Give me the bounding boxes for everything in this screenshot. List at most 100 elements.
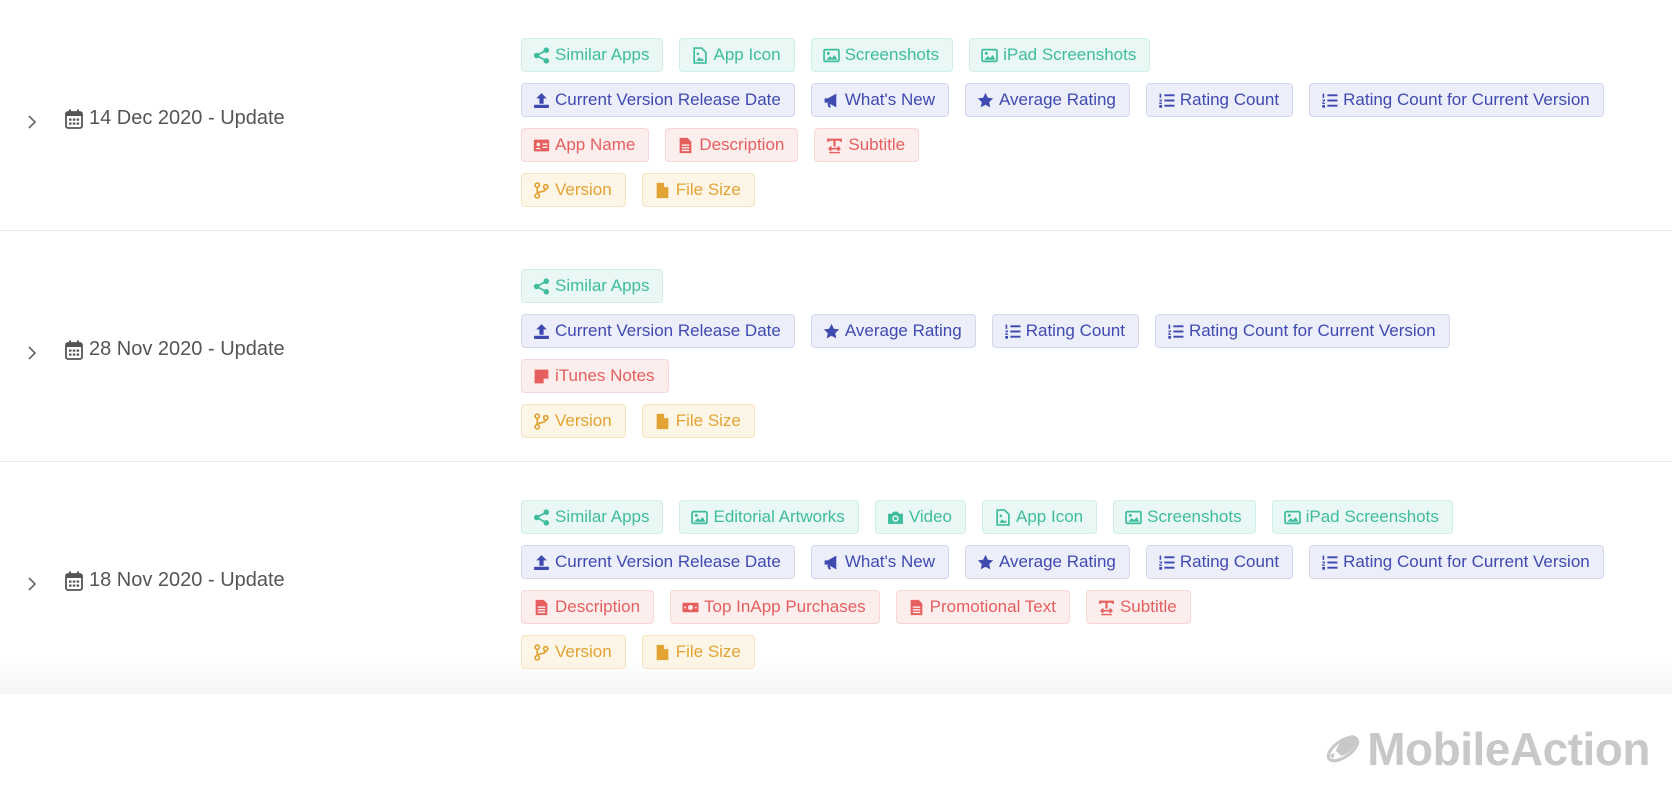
tag-current-version-release-date[interactable]: Current Version Release Date bbox=[521, 83, 795, 117]
tag-label: Similar Apps bbox=[555, 45, 650, 64]
rocket-logo-icon bbox=[1327, 735, 1360, 763]
tag-app-icon[interactable]: App Icon bbox=[982, 500, 1098, 534]
list-bottom-fade bbox=[0, 660, 1672, 694]
update-row: 14 Dec 2020 - Update Similar Apps App Ic… bbox=[0, 0, 1672, 231]
tag-version[interactable]: Version bbox=[521, 404, 626, 438]
tag-average-rating[interactable]: Average Rating bbox=[965, 83, 1130, 117]
tag-label: Average Rating bbox=[999, 90, 1116, 109]
tag-label: App Icon bbox=[1016, 507, 1084, 526]
chevron-right-icon[interactable] bbox=[20, 572, 44, 596]
share-icon bbox=[533, 277, 550, 295]
tag-label: App Name bbox=[555, 135, 636, 154]
star-icon bbox=[977, 92, 994, 107]
tag-subtitle[interactable]: Subtitle bbox=[1085, 590, 1191, 624]
update-row: 18 Nov 2020 - Update Similar Apps Editor… bbox=[0, 462, 1672, 693]
tag-label: Average Rating bbox=[844, 321, 962, 340]
tag-group-teal: Similar Apps Editorial Artworks Video Ap… bbox=[521, 500, 1661, 536]
id-card-icon bbox=[533, 139, 550, 151]
text-height-icon bbox=[827, 138, 843, 153]
sticky-note-icon bbox=[534, 369, 549, 383]
tag-ipad-screenshots[interactable]: iPad Screenshots bbox=[1271, 500, 1453, 534]
tag-group-amber: Version File Size bbox=[521, 404, 1661, 440]
tag-label: Promotional Text bbox=[929, 597, 1056, 616]
tag-rating-count[interactable]: Rating Count bbox=[1145, 83, 1294, 117]
tag-app-name[interactable]: App Name bbox=[521, 128, 650, 162]
tag-rating-count-current-version[interactable]: Rating Count for Current Version bbox=[1309, 545, 1604, 579]
file-image-icon bbox=[996, 508, 1010, 526]
megaphone-icon bbox=[824, 555, 837, 569]
image-icon bbox=[1125, 510, 1142, 524]
tag-description[interactable]: Description bbox=[521, 590, 655, 624]
tag-label: Rating Count bbox=[1179, 552, 1280, 571]
tag-version[interactable]: Version bbox=[521, 173, 626, 207]
tag-similar-apps[interactable]: Similar Apps bbox=[521, 38, 664, 72]
tag-app-icon[interactable]: App Icon bbox=[679, 38, 795, 72]
tag-similar-apps[interactable]: Similar Apps bbox=[521, 269, 664, 303]
tag-group-blue: Current Version Release Date What's New … bbox=[521, 83, 1661, 119]
tag-average-rating[interactable]: Average Rating bbox=[965, 545, 1130, 579]
calendar-icon bbox=[65, 571, 83, 591]
tag-rating-count[interactable]: Rating Count bbox=[1145, 545, 1294, 579]
tag-current-version-release-date[interactable]: Current Version Release Date bbox=[521, 314, 795, 348]
file-text-icon bbox=[535, 599, 548, 615]
tag-rating-count-current-version[interactable]: Rating Count for Current Version bbox=[1309, 83, 1604, 117]
tag-file-size[interactable]: File Size bbox=[641, 173, 755, 207]
code-branch-icon bbox=[534, 412, 549, 430]
tag-screenshots[interactable]: Screenshots bbox=[810, 38, 954, 72]
tag-rating-count[interactable]: Rating Count bbox=[991, 314, 1139, 348]
tag-group-teal: Similar Apps bbox=[521, 269, 1661, 305]
file-image-icon bbox=[693, 46, 708, 64]
chevron-right-icon[interactable] bbox=[20, 110, 44, 134]
tag-label: File Size bbox=[675, 180, 741, 199]
tag-video[interactable]: Video bbox=[874, 500, 966, 534]
update-date: 18 Nov 2020 - Update bbox=[65, 569, 285, 592]
tag-group-red: App Name Description Subtitle bbox=[521, 128, 1661, 164]
tag-file-size[interactable]: File Size bbox=[641, 404, 755, 438]
chevron-right-icon[interactable] bbox=[20, 341, 44, 365]
tag-rating-count-current-version[interactable]: Rating Count for Current Version bbox=[1154, 314, 1450, 348]
star-icon bbox=[977, 554, 994, 569]
tag-description[interactable]: Description bbox=[665, 128, 799, 162]
tag-itunes-notes[interactable]: iTunes Notes bbox=[521, 359, 669, 393]
tag-label: What's New bbox=[844, 552, 935, 571]
upload-icon bbox=[534, 323, 549, 339]
tag-screenshots[interactable]: Screenshots bbox=[1113, 500, 1256, 534]
tag-similar-apps[interactable]: Similar Apps bbox=[521, 500, 664, 534]
tag-subtitle[interactable]: Subtitle bbox=[814, 128, 920, 162]
image-icon bbox=[1283, 510, 1301, 524]
brand-logo: MobileAction bbox=[1323, 722, 1650, 776]
tag-label: Description bbox=[555, 597, 641, 616]
change-tags: Similar Apps Current Version Release Dat… bbox=[521, 269, 1661, 449]
share-icon bbox=[533, 508, 550, 526]
tag-label: Version bbox=[555, 180, 612, 199]
tag-label: File Size bbox=[675, 411, 741, 430]
tag-whats-new[interactable]: What's New bbox=[810, 545, 949, 579]
list-ol-icon bbox=[1322, 555, 1338, 570]
update-list: 14 Dec 2020 - Update Similar Apps App Ic… bbox=[0, 0, 1672, 693]
tag-label: Current Version Release Date bbox=[555, 90, 781, 109]
tag-label: Rating Count for Current Version bbox=[1343, 90, 1590, 109]
calendar-icon bbox=[65, 340, 83, 360]
tag-label: Top InApp Purchases bbox=[704, 597, 866, 616]
update-row: 28 Nov 2020 - Update Similar Apps Curren… bbox=[0, 231, 1672, 462]
tag-ipad-screenshots[interactable]: iPad Screenshots bbox=[969, 38, 1151, 72]
file-icon bbox=[656, 413, 669, 429]
tag-top-inapp-purchases[interactable]: Top InApp Purchases bbox=[670, 590, 880, 624]
tag-promotional-text[interactable]: Promotional Text bbox=[895, 590, 1070, 624]
tag-group-amber: Version File Size bbox=[521, 173, 1661, 209]
update-date-label: 18 Nov 2020 - Update bbox=[89, 569, 285, 591]
tag-editorial-artworks[interactable]: Editorial Artworks bbox=[679, 500, 859, 534]
tag-label: Average Rating bbox=[999, 552, 1116, 571]
star-icon bbox=[823, 323, 839, 338]
share-icon bbox=[533, 46, 550, 64]
camera-icon bbox=[887, 511, 903, 524]
tag-average-rating[interactable]: Average Rating bbox=[810, 314, 976, 348]
money-bill-icon bbox=[682, 602, 699, 612]
list-ol-icon bbox=[1159, 555, 1175, 570]
tag-whats-new[interactable]: What's New bbox=[810, 83, 949, 117]
tag-current-version-release-date[interactable]: Current Version Release Date bbox=[521, 545, 795, 579]
tag-label: Similar Apps bbox=[555, 507, 650, 526]
tag-group-blue: Current Version Release Date What's New … bbox=[521, 545, 1661, 581]
update-date: 14 Dec 2020 - Update bbox=[65, 107, 285, 130]
tag-label: Current Version Release Date bbox=[555, 321, 781, 340]
